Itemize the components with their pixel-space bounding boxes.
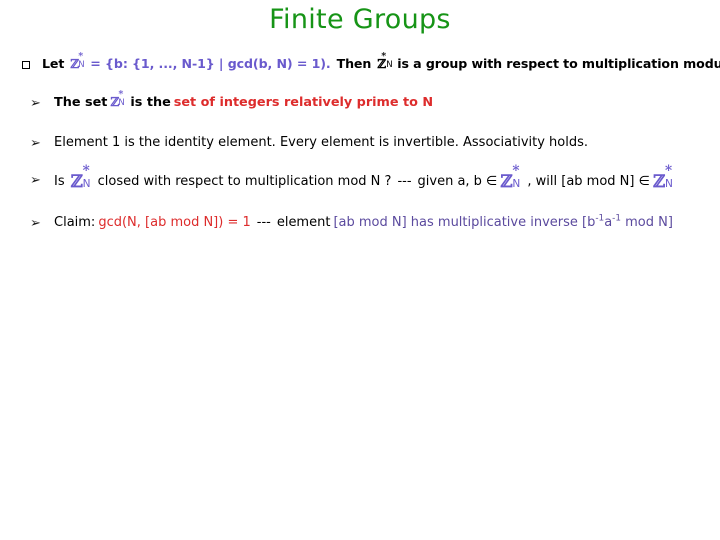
z-star-n-symbol: ℤ * N <box>110 90 125 109</box>
bullet-item-1: Let ℤ * N = {b: {1, ..., N-1} | gcd(b, N) = … <box>0 52 720 72</box>
z-superscript-star: * <box>512 163 520 179</box>
bullet-5-inverse-a: a <box>604 215 613 230</box>
bullet-2-the-set: The set <box>54 95 108 110</box>
z-subscript-n: N <box>386 60 393 70</box>
exponent-minus-one-a: -1 <box>612 213 621 224</box>
z-superscript-star: * <box>664 163 673 179</box>
bullet-5-dashes: --- <box>256 215 271 230</box>
page-title: Finite Groups <box>269 4 451 35</box>
slide-body: Let ℤ * N = {b: {1, ..., N-1} | gcd(b, N) = … <box>0 52 720 231</box>
bullet-2-highlight: set of integers relatively prime to N <box>173 95 434 110</box>
bullet-item-2: ➢ The set ℤ * N is the set of integers relati… <box>0 90 720 111</box>
bullet-2-is-the: is the <box>130 95 171 110</box>
bullet-1-group-statement: is a group with respect to multiplicatio… <box>397 56 720 71</box>
bullet-1-set-definition: = {b: {1, ..., N-1} | gcd(b, N) = 1). <box>90 56 331 71</box>
arrow-bullet-icon: ➢ <box>30 136 41 151</box>
bullet-3-text: Element 1 is the identity element. Every… <box>54 135 589 150</box>
bullet-4-dashes: --- <box>397 174 412 189</box>
bullet-4-is: Is <box>54 174 65 189</box>
z-subscript-n: N <box>512 178 521 190</box>
arrow-bullet-icon: ➢ <box>30 216 41 231</box>
z-star-n-symbol: ℤ * N <box>71 164 91 192</box>
z-subscript-n: N <box>664 178 673 190</box>
exponent-minus-one-b: -1 <box>595 213 605 224</box>
z-star-n-symbol-2: ℤ * N <box>377 52 392 71</box>
z-superscript-star: * <box>82 163 90 179</box>
z-star-n-symbol: ℤ * N <box>70 52 85 71</box>
bullet-5-inverse-part1: [ab mod N] has multiplicative inverse [b <box>333 215 596 230</box>
z-subscript-n: N <box>78 60 85 70</box>
slide-canvas: Finite Groups Let ℤ * N = {b: {1, ..., N-1} … <box>0 0 720 540</box>
z-star-n-symbol-2: ℤ * N <box>500 164 520 192</box>
arrow-bullet-icon: ➢ <box>30 173 41 188</box>
bullet-1-text-let: Let <box>42 56 65 71</box>
bullet-4-question: closed with respect to multiplication mo… <box>97 174 392 189</box>
square-bullet-icon <box>22 59 44 72</box>
z-subscript-n: N <box>82 178 91 190</box>
arrow-bullet-icon: ➢ <box>30 96 41 111</box>
bullet-5-inverse-modn: mod N] <box>620 215 673 230</box>
bullet-1-then: Then <box>336 56 372 71</box>
bullet-5-claim-label: Claim: <box>54 215 96 230</box>
bullet-4-will-ab: , will [ab mod N] ∈ <box>527 174 650 189</box>
bullet-5-inverse-statement: [ab mod N] has multiplicative inverse [b… <box>333 213 673 230</box>
bullet-item-5: ➢ Claim: gcd(N, [ab mod N]) = 1 --- element… <box>0 213 720 231</box>
bullet-item-4: ➢ Is ℤ * N closed with respect to multiplica… <box>0 164 720 192</box>
bullet-4-given: given a, b ∈ <box>417 174 498 189</box>
bullet-5-element-label: element <box>276 215 331 230</box>
z-star-n-symbol-3: ℤ * N <box>653 164 673 192</box>
z-subscript-n: N <box>118 98 125 108</box>
bullet-5-gcd-claim: gcd(N, [ab mod N]) = 1 <box>98 215 251 230</box>
bullet-item-3: ➢ Element 1 is the identity element. Eve… <box>0 135 720 150</box>
